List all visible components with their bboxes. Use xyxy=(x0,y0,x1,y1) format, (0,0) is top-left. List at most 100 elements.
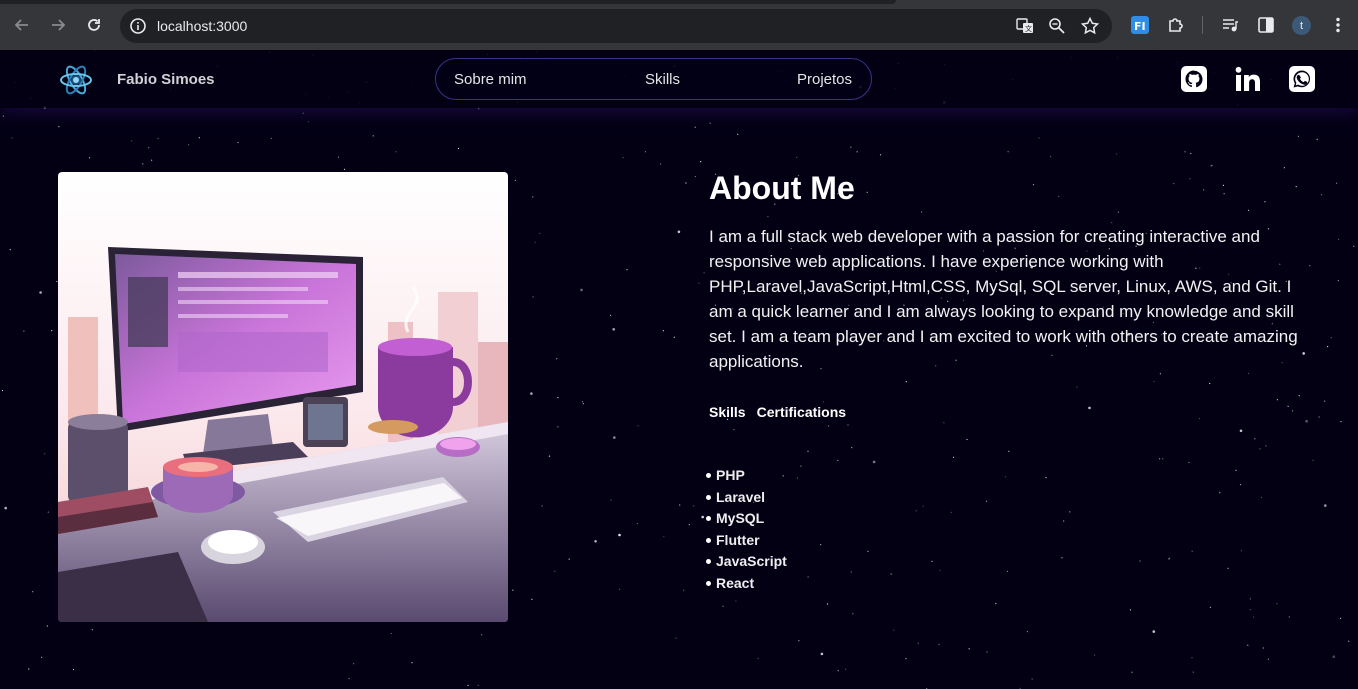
star-dot xyxy=(1008,450,1010,452)
star-dot xyxy=(610,314,612,316)
about-tabs: Skills Certifications xyxy=(709,404,846,420)
star-dot xyxy=(700,161,702,163)
star-dot xyxy=(1259,448,1261,450)
bookmark-star-icon[interactable] xyxy=(1080,16,1100,36)
star-dot xyxy=(1191,550,1193,552)
forward-icon[interactable] xyxy=(46,13,70,37)
star-dot xyxy=(131,140,133,142)
github-icon[interactable] xyxy=(1181,66,1207,92)
star-dot xyxy=(709,122,711,124)
translate-icon[interactable]: 文 xyxy=(1015,16,1035,36)
star-dot xyxy=(1038,137,1040,139)
star-dot xyxy=(850,571,852,573)
extension-fi-icon[interactable]: FI xyxy=(1130,15,1150,35)
whatsapp-icon[interactable] xyxy=(1289,66,1315,92)
star-dot xyxy=(968,648,970,650)
star-dot xyxy=(733,428,735,431)
star-dot xyxy=(532,296,534,298)
browser-toolbar: localhost:3000 文 FI t xyxy=(0,0,1358,50)
url-text[interactable]: localhost:3000 xyxy=(157,18,247,34)
star-dot xyxy=(539,232,541,234)
star-dot xyxy=(1295,186,1297,188)
star-dot xyxy=(1288,616,1290,618)
list-item: PHP xyxy=(706,465,787,487)
back-icon[interactable] xyxy=(10,13,34,37)
star-dot xyxy=(514,179,517,181)
list-item: Flutter xyxy=(706,530,787,552)
star-dot xyxy=(867,550,869,552)
menu-item-projetos[interactable]: Projetos xyxy=(797,71,852,88)
linkedin-icon[interactable] xyxy=(1235,66,1261,92)
profile-avatar[interactable]: t xyxy=(1292,16,1311,35)
star-dot xyxy=(703,272,705,274)
star-dot xyxy=(796,156,798,158)
star-dot xyxy=(922,505,924,507)
star-dot xyxy=(807,576,809,578)
star-dot xyxy=(701,515,704,519)
star-dot xyxy=(1162,458,1164,460)
star-dot xyxy=(1192,671,1194,673)
star-dot xyxy=(1116,153,1118,155)
star-dot xyxy=(1076,386,1078,388)
star-dot xyxy=(636,522,639,525)
star-dot xyxy=(683,589,685,591)
atom-logo-icon[interactable] xyxy=(58,62,94,98)
side-panel-icon[interactable] xyxy=(1256,15,1276,35)
star-dot xyxy=(91,629,93,631)
zoom-icon[interactable] xyxy=(1047,16,1067,36)
star-dot xyxy=(735,600,737,602)
star-dot xyxy=(531,598,533,600)
star-dot xyxy=(893,629,895,631)
star-dot xyxy=(1249,609,1251,611)
brand-name[interactable]: Fabio Simoes xyxy=(117,71,215,88)
star-dot xyxy=(478,108,480,110)
star-dot xyxy=(1283,167,1285,169)
star-dot xyxy=(722,605,724,607)
star-dot xyxy=(23,330,25,332)
star-dot xyxy=(986,651,988,653)
star-dot xyxy=(995,602,997,605)
star-dot xyxy=(1327,346,1329,348)
star-dot xyxy=(618,533,621,537)
star-dot xyxy=(1330,337,1332,339)
star-dot xyxy=(1159,458,1161,460)
star-dot xyxy=(1332,655,1336,658)
star-dot xyxy=(1058,195,1060,197)
extensions-puzzle-icon[interactable] xyxy=(1166,15,1186,35)
star-dot xyxy=(823,401,825,403)
star-dot xyxy=(1240,550,1242,552)
menu-item-skills[interactable]: Skills xyxy=(645,71,680,88)
star-dot xyxy=(820,544,822,546)
star-dot xyxy=(952,456,955,458)
more-menu-icon[interactable] xyxy=(1328,15,1348,35)
address-bar[interactable]: localhost:3000 文 xyxy=(120,9,1112,43)
main-menu: Sobre mim Skills Projetos xyxy=(435,58,872,100)
star-dot xyxy=(594,540,597,543)
star-dot xyxy=(673,336,675,338)
star-dot xyxy=(188,144,190,146)
menu-item-sobre-mim[interactable]: Sobre mim xyxy=(454,71,527,88)
star-dot xyxy=(694,126,696,128)
star-dot xyxy=(1298,395,1300,397)
star-dot xyxy=(1297,135,1299,137)
star-dot xyxy=(985,500,988,502)
star-dot xyxy=(1312,459,1314,461)
tab-certifications[interactable]: Certifications xyxy=(757,404,846,420)
star-dot xyxy=(943,422,945,424)
list-item: MySQL xyxy=(706,508,787,530)
star-dot xyxy=(46,625,48,627)
tab-skills[interactable]: Skills xyxy=(709,404,746,420)
star-dot xyxy=(931,560,933,562)
star-dot xyxy=(1267,658,1269,660)
star-dot xyxy=(939,570,941,572)
star-dot xyxy=(1305,419,1308,423)
media-control-icon[interactable] xyxy=(1220,15,1240,35)
star-dot xyxy=(612,328,615,331)
star-dot xyxy=(1227,567,1229,569)
site-info-icon[interactable] xyxy=(129,17,147,35)
star-dot xyxy=(1191,657,1193,659)
reload-icon[interactable] xyxy=(82,13,106,37)
star-dot xyxy=(1254,438,1256,440)
star-dot xyxy=(1152,630,1156,633)
star-dot xyxy=(148,147,150,149)
